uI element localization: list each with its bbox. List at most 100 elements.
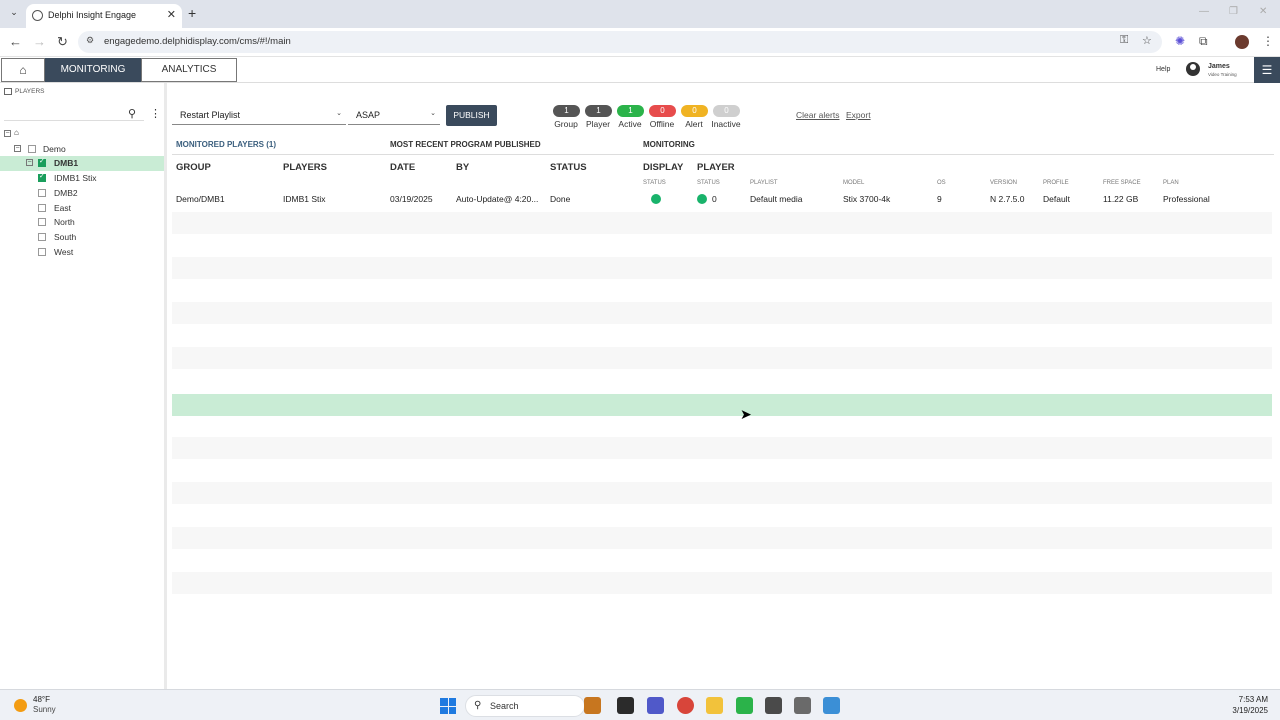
help-link[interactable]: Help <box>1156 66 1170 73</box>
teams-app-icon[interactable] <box>647 697 664 714</box>
col-players[interactable]: PLAYERS <box>283 162 327 173</box>
offline-count-badge[interactable]: 0 <box>649 105 676 117</box>
timing-select[interactable]: ASAP ⌄ <box>348 105 440 125</box>
minimize-icon[interactable]: — <box>1199 6 1209 17</box>
forward-icon[interactable]: → <box>33 34 46 49</box>
tab-search-chevron-icon[interactable]: ⌄ <box>6 7 22 21</box>
restore-icon[interactable]: ❐ <box>1229 6 1238 17</box>
close-window-icon[interactable]: ✕ <box>1259 6 1267 17</box>
tree-item-idmb1-stix[interactable]: IDMB1 Stix <box>0 171 164 186</box>
extensions-puzzle-icon[interactable]: ⧉ <box>1199 34 1208 49</box>
inactive-count-badge[interactable]: 0 <box>713 105 740 117</box>
tree-label: West <box>54 247 74 257</box>
taskbar-search-label: Search <box>490 701 519 711</box>
terminal-app-icon[interactable] <box>617 697 634 714</box>
checkbox[interactable] <box>38 189 46 197</box>
tree-item-west[interactable]: West <box>0 245 164 260</box>
col-player[interactable]: PLAYER <box>697 162 735 173</box>
cell-player-count: 0 <box>712 194 717 204</box>
checkbox[interactable] <box>28 145 36 153</box>
tree-label: North <box>54 217 75 227</box>
calculator-app-icon[interactable] <box>765 697 782 714</box>
close-tab-icon[interactable]: ✕ <box>167 8 176 21</box>
chrome-app-icon[interactable] <box>677 697 694 714</box>
url-field[interactable]: ⚙ engagedemo.delphidisplay.com/cms/#!/ma… <box>78 31 1162 53</box>
cell-player[interactable]: IDMB1 Stix <box>283 194 326 204</box>
snipping-tool-icon[interactable] <box>794 697 811 714</box>
collapse-icon[interactable]: − <box>4 130 11 137</box>
browser-menu-icon[interactable]: ⋮ <box>1262 34 1274 48</box>
alert-count-badge[interactable]: 0 <box>681 105 708 117</box>
tab-analytics[interactable]: ANALYTICS <box>141 58 237 82</box>
checkbox[interactable] <box>38 233 46 241</box>
group-count-badge[interactable]: 1 <box>553 105 580 117</box>
active-count-badge[interactable]: 1 <box>617 105 644 117</box>
tab-monitoring[interactable]: MONITORING <box>45 58 141 82</box>
cell-model: Stix 3700-4k <box>843 194 891 204</box>
col-display[interactable]: DISPLAY <box>643 162 683 173</box>
action-select[interactable]: Restart Playlist ⌄ <box>172 105 346 125</box>
weather-condition: Sunny <box>33 705 56 714</box>
players-icon <box>4 88 12 95</box>
grid-app-icon[interactable] <box>736 697 753 714</box>
briefcase-app-icon[interactable] <box>584 697 601 714</box>
password-key-icon[interactable]: ⚿ <box>1120 34 1128 47</box>
extension-gear-icon[interactable]: ✺ <box>1175 34 1185 48</box>
tree-label: DMB2 <box>54 188 78 198</box>
checkbox[interactable] <box>38 204 46 212</box>
tree-item-demo[interactable]: − Demo <box>0 142 164 157</box>
sidebar-search-input[interactable] <box>4 120 144 121</box>
profile-avatar[interactable] <box>1235 35 1249 49</box>
table-row-empty <box>172 482 1272 504</box>
home-button[interactable]: ⌂ <box>1 58 45 82</box>
col-date[interactable]: DATE <box>390 162 415 173</box>
checkbox[interactable] <box>38 218 46 226</box>
subcol-model: MODEL <box>843 180 865 186</box>
table-row-hover[interactable] <box>172 394 1272 416</box>
remote-desktop-icon[interactable] <box>823 697 840 714</box>
file-explorer-icon[interactable] <box>706 697 723 714</box>
export-link[interactable]: Export <box>846 110 871 120</box>
col-status[interactable]: STATUS <box>550 162 587 173</box>
filter-settings-button[interactable]: ☰ <box>1254 57 1280 83</box>
col-group[interactable]: GROUP <box>176 162 211 173</box>
tree-root[interactable]: − ⌂ <box>0 127 164 142</box>
search-icon[interactable]: ⚲ <box>128 107 136 120</box>
chevron-down-icon: ⌄ <box>336 110 342 117</box>
tree-label: IDMB1 Stix <box>54 173 97 183</box>
site-info-icon[interactable]: ⚙ <box>86 35 94 46</box>
clear-alerts-link[interactable]: Clear alerts <box>796 110 839 120</box>
sidebar-menu-icon[interactable]: ⋮ <box>150 107 161 120</box>
col-by[interactable]: BY <box>456 162 469 173</box>
player-count-badge[interactable]: 1 <box>585 105 612 117</box>
bookmark-star-icon[interactable]: ☆ <box>1142 34 1152 47</box>
tree-item-east[interactable]: East <box>0 201 164 216</box>
tree-item-south[interactable]: South <box>0 230 164 245</box>
action-select-value: Restart Playlist <box>180 110 241 120</box>
sun-icon[interactable] <box>14 699 27 712</box>
table-row-empty <box>172 347 1272 369</box>
checkbox[interactable] <box>38 248 46 256</box>
browser-tab[interactable]: Delphi Insight Engage ✕ <box>26 4 182 28</box>
taskbar-search[interactable]: ⚲ Search <box>465 695 585 717</box>
header-divider <box>172 154 1274 155</box>
user-name: James <box>1208 63 1230 70</box>
user-icon[interactable] <box>1186 62 1200 76</box>
new-tab-icon[interactable]: + <box>188 5 196 21</box>
publish-button[interactable]: PUBLISH <box>446 105 497 126</box>
monitoring-heading: MONITORING <box>643 140 695 149</box>
user-role: Video Training <box>1208 72 1237 77</box>
tree-item-north[interactable]: North <box>0 215 164 230</box>
system-clock[interactable]: 7:53 AM 3/19/2025 <box>1232 694 1268 716</box>
tree-item-dmb2[interactable]: DMB2 <box>0 186 164 201</box>
checkbox[interactable] <box>38 157 46 167</box>
collapse-icon[interactable]: − <box>26 159 33 166</box>
reload-icon[interactable]: ↻ <box>57 34 68 50</box>
checkbox[interactable] <box>38 172 46 182</box>
tree-item-dmb1[interactable]: − DMB1 <box>0 156 164 171</box>
windows-start-icon[interactable] <box>440 698 456 714</box>
collapse-icon[interactable]: − <box>14 145 21 152</box>
table-row-empty <box>172 572 1272 594</box>
back-icon[interactable]: ← <box>9 34 22 49</box>
cell-group[interactable]: Demo/DMB1 <box>176 194 225 204</box>
